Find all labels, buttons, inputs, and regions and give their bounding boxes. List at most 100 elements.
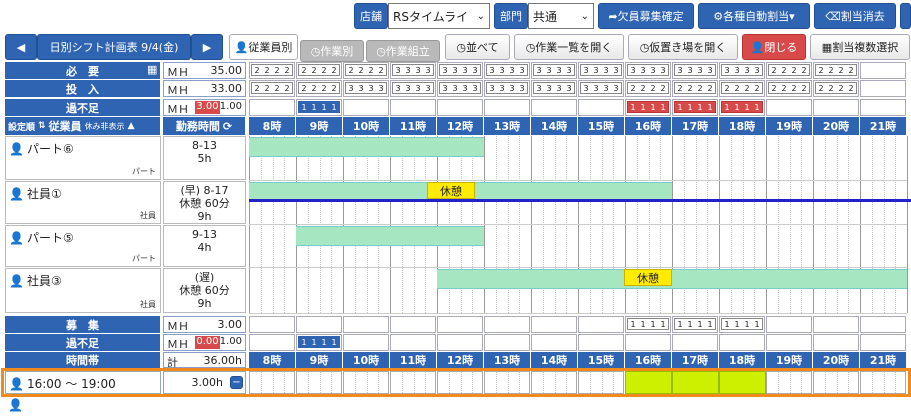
clock-icon: ◷	[639, 40, 650, 54]
slot-count-digit: 2	[818, 65, 824, 75]
slot-count-digit: 3	[677, 65, 683, 75]
drag-indicator-line	[249, 199, 911, 202]
recruit-quarter-line	[848, 372, 850, 393]
slot-count-badge: 2222	[627, 82, 669, 94]
recruit-quarter-line	[319, 372, 321, 393]
employee-name[interactable]: 👤 パート⑤	[9, 229, 74, 246]
input-mh-value: 33.00	[210, 82, 243, 95]
slot-count-digit: 1	[301, 337, 307, 347]
slot-count-digit: 2	[781, 65, 787, 75]
open-temp-button[interactable]: ◷ 仮置き場を開く	[628, 34, 738, 60]
employee-name-label: 社員③	[26, 274, 62, 288]
slot-count-digit: 2	[274, 83, 280, 93]
employee-name[interactable]: 👤 パート⑥	[9, 140, 74, 157]
dept-label: 部門	[494, 3, 528, 29]
clock-icon: ◷	[456, 40, 467, 54]
hour-header-10: 18時	[719, 117, 766, 135]
rest-block[interactable]: 休憩	[427, 182, 475, 199]
recruit-fill-block[interactable]	[672, 371, 719, 394]
grid-row-divider	[249, 180, 907, 181]
slot-count-digit: 2	[754, 83, 760, 93]
sort-icon[interactable]: ⇅	[38, 121, 46, 131]
rest-block[interactable]: 休憩	[624, 269, 672, 286]
need-mh-cell: ＭＨ 35.00	[163, 62, 246, 79]
clear-assign-button[interactable]: ⌫ 割当消去	[814, 3, 896, 29]
recruit-quarter-line	[542, 372, 544, 393]
slot-count-badge: 3333	[533, 64, 575, 76]
recruit-fill-block[interactable]	[625, 371, 672, 394]
recruit-row-time-label: 16:00 〜 19:00	[26, 377, 116, 391]
excess-blue-value: 1.00	[219, 101, 242, 112]
refresh-icon[interactable]: ⟳	[223, 120, 232, 133]
tab-assemble[interactable]: ◷ 作業組立	[366, 40, 440, 62]
clock-icon: ◷	[376, 44, 386, 58]
hour-header-0: 8時	[249, 117, 296, 135]
slot-count-digit: 1	[630, 319, 636, 329]
employee-row[interactable]: 👤 社員③ 社員	[5, 268, 161, 313]
shortage-confirm-button[interactable]: ➦ 欠員募集確定	[598, 3, 694, 29]
slot-count-badge: 2222	[674, 82, 716, 94]
slot-count-digit: 2	[301, 83, 307, 93]
assignment-bar[interactable]	[437, 269, 907, 289]
slot-count-digit: 3	[697, 65, 703, 75]
employee-row[interactable]: 👤 社員① 社員	[5, 181, 161, 224]
slot-count-digit: 2	[284, 83, 290, 93]
prev-day-button[interactable]: ◀	[5, 34, 37, 60]
open-tasklist-button[interactable]: ◷ 作業一覧を開く	[514, 34, 624, 60]
multi-select-button[interactable]: ▦ 割当複数選択	[810, 34, 910, 60]
work-time-line: (早) 8-17	[180, 184, 229, 197]
recruit-row-time[interactable]: 👤 16:00 〜 19:00	[5, 371, 161, 394]
timeband-label: 時間帯	[5, 352, 161, 368]
employee-row[interactable]: 👤 パート⑤ パート	[5, 225, 161, 267]
toolbar-overflow-button[interactable]	[900, 3, 911, 29]
sort-button[interactable]: ◷ 並べて	[445, 34, 510, 60]
hour-slot-cell	[437, 334, 483, 351]
minus-icon: −	[232, 377, 241, 388]
employee-name[interactable]: 👤 社員①	[9, 185, 62, 202]
slot-count-digit: 3	[536, 65, 542, 75]
next-day-button[interactable]: ▶	[191, 34, 223, 60]
assignment-bar[interactable]	[249, 137, 484, 157]
recruit-fill-block[interactable]	[719, 371, 766, 394]
auto-assign-button[interactable]: ⚙ 各種自動割当 ▾	[698, 3, 810, 29]
need-mh-label: ＭＨ	[167, 66, 189, 79]
slot-count-digit: 3	[603, 83, 609, 93]
close-button[interactable]: 👤 閉じる	[742, 34, 806, 60]
recruit-quarter-line	[413, 372, 415, 393]
hide-rest-toggle[interactable]: 休み非表示	[85, 121, 125, 132]
slot-count-badge: 2222	[298, 64, 340, 76]
hour-slot-cell	[390, 334, 436, 351]
recruit-quarter-line	[519, 372, 521, 393]
remove-recruit-button[interactable]: −	[230, 376, 243, 389]
work-time-line: 休憩 60分	[179, 284, 230, 297]
slot-count-digit: 1	[650, 319, 656, 329]
hour-slot-cell	[296, 316, 342, 333]
slot-count-digit: 1	[331, 102, 337, 112]
slot-count-digit: 1	[744, 319, 750, 329]
tab-task-label: 作業別	[320, 45, 354, 58]
hour-header-1: 9時	[296, 117, 343, 135]
work-time-cell[interactable]: (早) 8-17 休憩 60分 9h	[163, 181, 246, 224]
work-time-cell[interactable]: (遅) 休憩 60分 9h	[163, 268, 246, 313]
assignment-bar[interactable]	[296, 226, 484, 246]
tab-task[interactable]: ◷ 作業別	[300, 40, 364, 62]
hour-header-3: 11時	[390, 352, 437, 368]
employee-type: パート	[132, 167, 156, 176]
employee-name[interactable]: 👤 社員③	[9, 272, 62, 289]
hour-header-6: 14時	[531, 117, 578, 135]
store-select[interactable]: RSタイムライ ⌄	[388, 3, 490, 29]
tab-assemble-label: 作業組立	[385, 45, 430, 58]
work-time-cell[interactable]: 8-13 5h	[163, 136, 246, 180]
slot-count-digit: 3	[425, 83, 431, 93]
recruit-quarter-line	[836, 372, 838, 393]
hour-slot-cell	[860, 334, 906, 351]
calendar-icon[interactable]: ▦	[147, 63, 157, 76]
tab-staff[interactable]: 👤 従業員別	[229, 34, 298, 60]
caret-up-icon[interactable]: ▲	[128, 121, 135, 131]
dept-select[interactable]: 共通 ⌄	[528, 3, 594, 29]
order-label[interactable]: 設定順	[8, 120, 35, 133]
need-mh-value: 35.00	[210, 64, 243, 77]
slot-count-badge: 2222	[815, 82, 857, 94]
work-time-cell[interactable]: 9-13 4h	[163, 225, 246, 267]
employee-row[interactable]: 👤 パート⑥ パート	[5, 136, 161, 180]
